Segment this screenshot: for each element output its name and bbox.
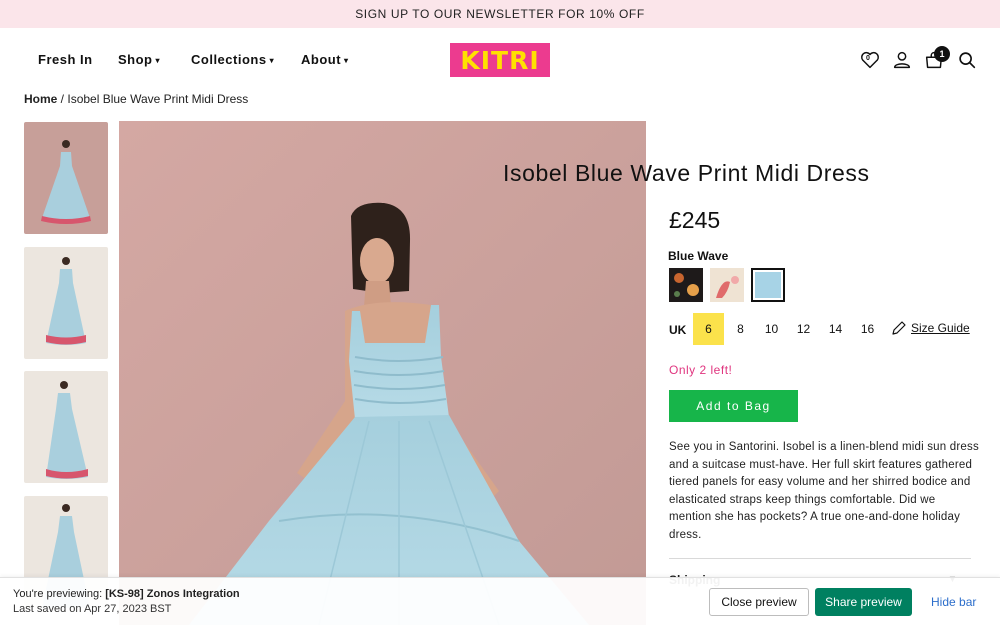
size-option-16[interactable]: 16 xyxy=(852,313,883,345)
heart-icon[interactable]: 0 xyxy=(859,49,881,71)
breadcrumb-separator: / xyxy=(57,92,68,106)
product-title: Isobel Blue Wave Print Midi Dress xyxy=(503,160,870,186)
size-option-8[interactable]: 8 xyxy=(725,313,756,345)
product-photo xyxy=(119,121,646,625)
breadcrumb-current: Isobel Blue Wave Print Midi Dress xyxy=(67,92,249,106)
preview-prefix: You're previewing: xyxy=(13,588,106,600)
product-thumbnail[interactable] xyxy=(24,247,108,359)
breadcrumb-home-link[interactable]: Home xyxy=(24,92,57,106)
size-option-10[interactable]: 10 xyxy=(756,313,787,345)
breadcrumb: Home / Isobel Blue Wave Print Midi Dress xyxy=(24,92,248,106)
wishlist-count: 0 xyxy=(866,55,870,62)
product-thumbnail[interactable] xyxy=(24,122,108,234)
nav-fresh-in[interactable]: Fresh In xyxy=(38,52,93,67)
user-icon[interactable] xyxy=(891,49,913,71)
size-guide-link[interactable]: Size Guide xyxy=(891,320,970,336)
logo-text[interactable]: KITRI xyxy=(460,46,539,75)
add-to-bag-button[interactable]: Add to Bag xyxy=(669,390,798,422)
divider xyxy=(669,558,971,559)
colour-swatch-blue-wave[interactable] xyxy=(751,268,785,302)
chevron-down-icon: ▾ xyxy=(269,56,275,65)
nav-about-label[interactable]: About xyxy=(301,52,341,67)
bag-count-badge: 1 xyxy=(934,46,950,62)
preview-theme-info: You're previewing: [KS-98] Zonos Integra… xyxy=(13,588,240,600)
size-option-6[interactable]: 6 xyxy=(693,313,724,345)
size-unit-label: UK xyxy=(669,323,687,337)
nav-shop-label[interactable]: Shop xyxy=(118,52,153,67)
thumbnail-image xyxy=(24,371,108,483)
header: Fresh In Shop ▾ Collections ▾ About ▾ KITRI… xyxy=(0,28,1000,92)
chevron-down-icon: ▾ xyxy=(155,56,161,65)
share-preview-button[interactable]: Share preview xyxy=(815,588,912,616)
preview-last-saved: Last saved on Apr 27, 2023 BST xyxy=(13,603,172,615)
pencil-icon xyxy=(892,321,906,335)
main-product-image[interactable] xyxy=(119,121,646,625)
swatch-pattern xyxy=(755,272,781,298)
product-description: See you in Santorini. Isobel is a linen-… xyxy=(669,441,979,541)
chevron-down-icon: ▾ xyxy=(344,56,349,65)
swatch-pattern xyxy=(669,268,703,302)
size-option-12[interactable]: 12 xyxy=(788,313,819,345)
nav-fresh-in-label[interactable]: Fresh In xyxy=(38,52,93,67)
user-icon-graphic xyxy=(893,51,911,69)
colour-name: Blue Wave xyxy=(668,249,729,263)
logo[interactable]: KITRI xyxy=(450,43,550,77)
nav-shop[interactable]: Shop ▾ xyxy=(118,52,160,67)
hide-bar-link[interactable]: Hide bar xyxy=(931,595,976,609)
thumbnail-image xyxy=(24,247,108,359)
size-guide-label[interactable]: Size Guide xyxy=(911,321,970,335)
search-icon[interactable] xyxy=(956,49,978,71)
colour-swatch-floral-dark[interactable] xyxy=(669,268,703,302)
product-thumbnail[interactable] xyxy=(24,371,108,483)
close-preview-button[interactable]: Close preview xyxy=(709,588,809,616)
newsletter-banner-text[interactable]: SIGN UP TO OUR NEWSLETTER FOR 10% OFF xyxy=(355,7,645,21)
swatch-pattern xyxy=(710,268,744,302)
theme-preview-bar: You're previewing: [KS-98] Zonos Integra… xyxy=(0,577,1000,625)
nav-collections[interactable]: Collections ▾ xyxy=(191,52,274,67)
product-price: £245 xyxy=(669,207,721,233)
colour-swatch-pink-print[interactable] xyxy=(710,268,744,302)
size-option-14[interactable]: 14 xyxy=(820,313,851,345)
thumbnail-image xyxy=(24,122,108,234)
heart-icon-graphic xyxy=(861,51,879,69)
search-icon-graphic xyxy=(959,52,976,69)
stock-warning: Only 2 left! xyxy=(669,363,733,377)
nav-collections-label[interactable]: Collections xyxy=(191,52,267,67)
preview-theme-name: [KS-98] Zonos Integration xyxy=(105,588,240,600)
newsletter-banner[interactable]: SIGN UP TO OUR NEWSLETTER FOR 10% OFF xyxy=(0,0,1000,28)
nav-about[interactable]: About ▾ xyxy=(301,52,349,67)
